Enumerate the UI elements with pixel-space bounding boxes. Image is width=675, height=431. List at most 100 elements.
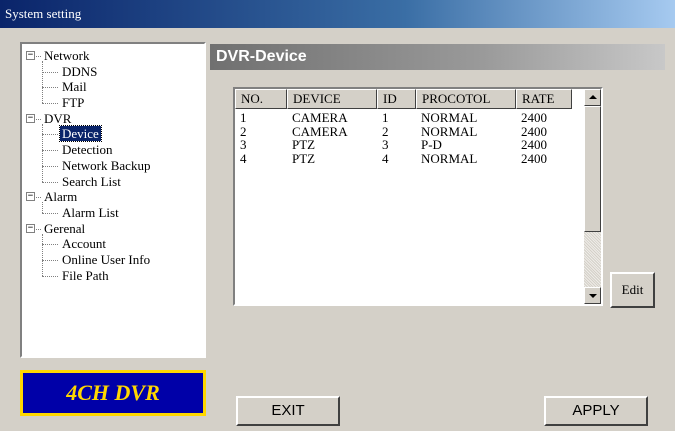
cell-rate: 2400 <box>521 123 547 139</box>
tree-item-label: FTP <box>62 95 85 111</box>
tree-node-network[interactable]: − Network <box>22 48 204 64</box>
tree-connector <box>42 244 58 246</box>
tree-connector <box>42 181 58 183</box>
tree-item-network-backup[interactable]: Network Backup <box>22 158 204 174</box>
collapse-icon[interactable]: − <box>26 192 35 202</box>
tree-connector <box>36 118 41 120</box>
tree-item-label: Online User Info <box>62 251 151 267</box>
section-title-bar: DVR-Device <box>210 44 665 70</box>
settings-tree-content: − Network DDNS Mail FTP − DVR Device Detection Ne… <box>22 44 204 283</box>
tree-branch-line <box>42 123 43 182</box>
tree-item-file-path[interactable]: File Path <box>22 268 204 284</box>
tree-item-label: Search List <box>62 173 121 189</box>
tree-item-ddns[interactable]: DDNS <box>22 64 204 80</box>
tree-connector <box>42 275 58 277</box>
cell-id: 2 <box>382 123 389 139</box>
cell-no: 1 <box>240 110 247 125</box>
table-row[interactable]: 1 CAMERA 1 NORMAL 2400 <box>235 111 572 125</box>
column-header-rate[interactable]: RATE <box>516 89 572 109</box>
tree-item-label: Network Backup <box>62 157 151 173</box>
tree-item-device[interactable]: Device <box>22 125 204 143</box>
tree-item-label: Mail <box>62 79 87 95</box>
tree-item-label: Alarm List <box>62 204 119 220</box>
section-title: DVR-Device <box>216 48 307 65</box>
tree-item-account[interactable]: Account <box>22 236 204 252</box>
tree-item-label: File Path <box>62 267 109 283</box>
tree-node-dvr[interactable]: − DVR <box>22 111 204 127</box>
cell-protocol: NORMAL <box>421 123 478 139</box>
dvr-logo-text: 4CH DVR <box>66 380 160 405</box>
collapse-icon[interactable]: − <box>26 51 35 60</box>
column-header-no[interactable]: NO. <box>235 89 287 109</box>
settings-tree[interactable]: − Network DDNS Mail FTP − DVR Device Detection Ne… <box>20 42 206 358</box>
window-title-bar: System setting <box>0 0 675 28</box>
tree-node-label: Gerenal <box>44 220 86 236</box>
column-header-id[interactable]: ID <box>377 89 416 109</box>
table-row[interactable]: 2 CAMERA 2 NORMAL 2400 <box>235 123 572 139</box>
tree-node-label: DVR <box>44 110 72 126</box>
tree-item-label: Device <box>59 125 102 143</box>
tree-node-label: Alarm <box>44 189 78 205</box>
device-list[interactable]: NO. DEVICE ID PROCOTOL RATE 1 CAMERA 1 NORM… <box>233 87 603 306</box>
cell-device: PTZ <box>292 150 316 166</box>
cell-device: PTZ <box>292 137 316 152</box>
tree-connector <box>42 259 58 261</box>
cell-device: CAMERA <box>292 110 348 125</box>
apply-button[interactable]: APPLY <box>544 396 648 426</box>
table-row[interactable]: 3 PTZ 3 P-D 2400 <box>235 138 572 152</box>
tree-connector <box>36 197 41 199</box>
cell-id: 3 <box>382 137 389 152</box>
vertical-scrollbar[interactable] <box>584 89 601 304</box>
dvr-logo: 4CH DVR <box>20 370 206 416</box>
tree-branch-line <box>42 233 43 276</box>
device-list-header: NO. DEVICE ID PROCOTOL RATE <box>235 89 572 109</box>
scroll-up-button[interactable] <box>584 89 601 106</box>
device-list-rows: 1 CAMERA 1 NORMAL 2400 2 CAMERA 2 NORMAL 2400 3 PTZ… <box>235 111 572 165</box>
scrollbar-thumb[interactable] <box>584 106 601 232</box>
tree-connector <box>42 87 58 89</box>
tree-item-detection[interactable]: Detection <box>22 142 204 158</box>
exit-button[interactable]: EXIT <box>236 396 340 426</box>
tree-connector <box>42 134 58 136</box>
cell-no: 3 <box>240 137 247 152</box>
tree-connector <box>42 212 58 214</box>
cell-id: 4 <box>382 150 389 166</box>
tree-item-label: Detection <box>62 142 113 158</box>
tree-connector <box>36 56 41 57</box>
tree-branch-line <box>42 202 43 213</box>
tree-item-search-list[interactable]: Search List <box>22 174 204 190</box>
tree-node-gerenal[interactable]: − Gerenal <box>22 221 204 237</box>
tree-branch-line <box>42 61 43 104</box>
tree-node-alarm[interactable]: − Alarm <box>22 189 204 205</box>
tree-connector <box>42 165 58 167</box>
tree-item-online-user-info[interactable]: Online User Info <box>22 252 204 268</box>
tree-connector <box>42 71 58 73</box>
tree-item-ftp[interactable]: FTP <box>22 95 204 111</box>
tree-connector <box>36 228 41 230</box>
cell-protocol: NORMAL <box>421 150 478 166</box>
cell-protocol: NORMAL <box>421 110 478 125</box>
tree-item-label: Account <box>62 236 107 252</box>
cell-rate: 2400 <box>521 110 547 125</box>
cell-no: 4 <box>240 150 247 166</box>
column-header-protocol[interactable]: PROCOTOL <box>416 89 516 109</box>
collapse-icon[interactable]: − <box>26 223 35 233</box>
arrow-down-icon <box>589 294 597 298</box>
collapse-icon[interactable]: − <box>26 113 35 123</box>
cell-no: 2 <box>240 123 247 139</box>
cell-id: 1 <box>382 110 389 125</box>
cell-device: CAMERA <box>292 123 348 139</box>
edit-button[interactable]: Edit <box>610 272 655 308</box>
scroll-down-button[interactable] <box>584 287 601 304</box>
tree-item-alarm-list[interactable]: Alarm List <box>22 205 204 221</box>
tree-item-mail[interactable]: Mail <box>22 79 204 95</box>
cell-rate: 2400 <box>521 150 547 166</box>
tree-item-label: DDNS <box>62 63 98 79</box>
column-header-device[interactable]: DEVICE <box>287 89 377 109</box>
tree-node-label: Network <box>44 48 90 63</box>
arrow-up-icon <box>589 95 597 99</box>
table-row[interactable]: 4 PTZ 4 NORMAL 2400 <box>235 150 572 166</box>
tree-connector <box>42 103 58 105</box>
cell-rate: 2400 <box>521 137 547 152</box>
cell-protocol: P-D <box>421 137 442 152</box>
